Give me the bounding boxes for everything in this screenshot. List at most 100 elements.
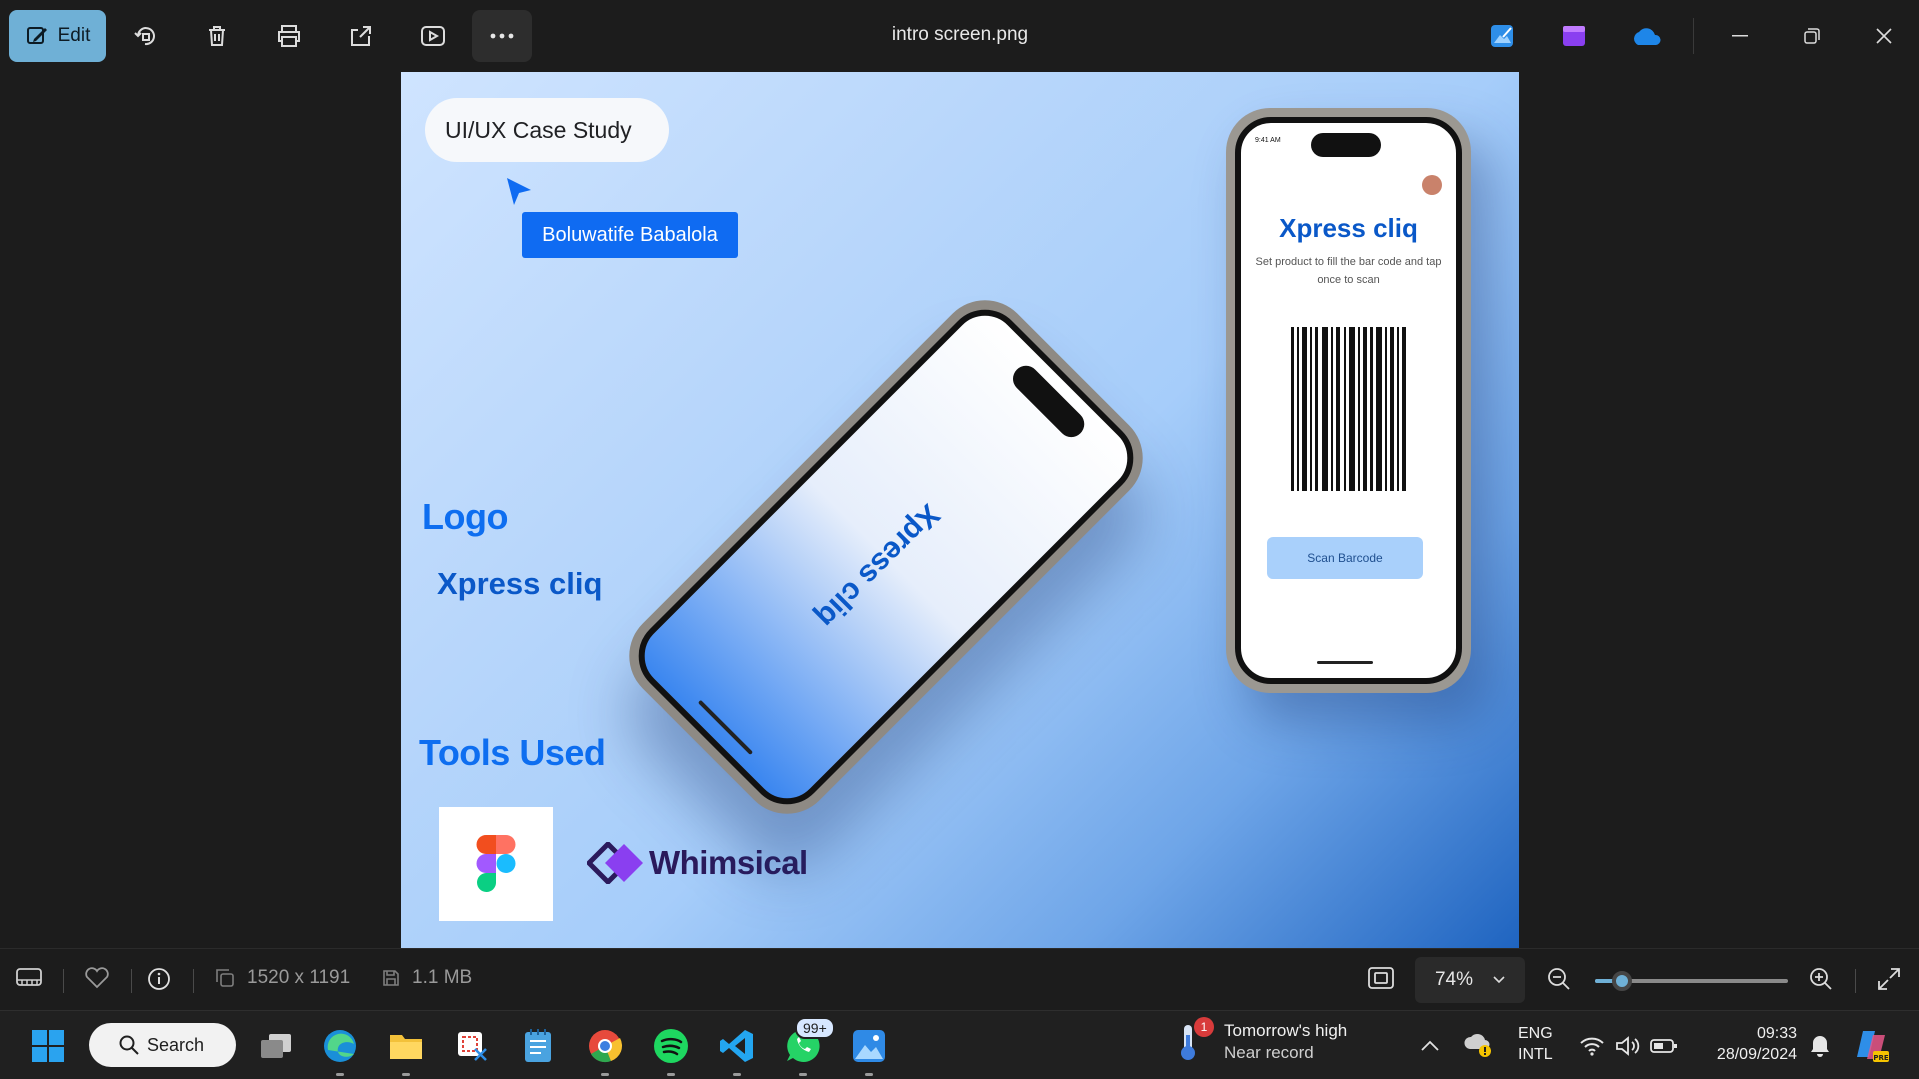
running-indicator bbox=[601, 1073, 609, 1076]
chevron-up-icon bbox=[1421, 1040, 1439, 1051]
status-divider bbox=[63, 969, 64, 993]
window-title: intro screen.png bbox=[891, 24, 1029, 45]
figma-icon bbox=[476, 835, 516, 892]
battery-icon bbox=[1650, 1039, 1677, 1053]
snipping-tool-icon bbox=[458, 1032, 487, 1061]
onedrive-tray-button[interactable] bbox=[1458, 1026, 1498, 1066]
spotify-icon bbox=[654, 1029, 688, 1063]
copilot-button[interactable]: PRE bbox=[1851, 1026, 1891, 1066]
zoom-slider-thumb[interactable] bbox=[1612, 971, 1632, 991]
delete-button[interactable] bbox=[191, 10, 243, 62]
heart-icon bbox=[85, 967, 109, 989]
notifications-button[interactable] bbox=[1800, 1026, 1840, 1066]
home-indicator bbox=[1317, 661, 1373, 664]
print-icon bbox=[278, 25, 300, 47]
chevron-down-icon bbox=[1493, 976, 1505, 984]
vscode-icon bbox=[720, 1030, 753, 1062]
actual-size-button[interactable] bbox=[1368, 967, 1394, 989]
image-dimensions: 1520 x 1191 bbox=[215, 967, 350, 989]
zoom-in-button[interactable] bbox=[1809, 967, 1833, 991]
start-button[interactable] bbox=[28, 1026, 68, 1066]
dynamic-island bbox=[1311, 133, 1381, 157]
photo-editor-icon bbox=[1491, 25, 1513, 47]
input-language-indicator[interactable]: ENG INTL bbox=[1518, 1023, 1553, 1065]
phone-brand-text: Xpress cliq bbox=[1279, 213, 1418, 243]
file-size: 1.1 MB bbox=[382, 967, 472, 989]
minimize-icon bbox=[1732, 35, 1748, 37]
file-info-button[interactable] bbox=[147, 967, 171, 991]
notepad-icon bbox=[525, 1029, 551, 1062]
fullscreen-button[interactable] bbox=[1877, 967, 1901, 991]
pointer-cursor-icon bbox=[507, 178, 531, 205]
edit-label: Edit bbox=[57, 25, 91, 46]
whimsical-label: Whimsical bbox=[649, 844, 808, 881]
battery-status[interactable] bbox=[1644, 1026, 1684, 1066]
show-hidden-icons-button[interactable] bbox=[1410, 1026, 1450, 1066]
spotify-taskbar-button[interactable] bbox=[651, 1026, 691, 1076]
image-canvas[interactable]: UI/UX Case Study Boluwatife Babalola Log… bbox=[401, 72, 1519, 948]
running-indicator bbox=[336, 1073, 344, 1076]
dimensions-icon bbox=[216, 969, 234, 987]
more-options-button[interactable] bbox=[472, 10, 532, 62]
photo-editor-app-button[interactable] bbox=[1476, 10, 1528, 62]
photos-taskbar-button[interactable] bbox=[849, 1026, 889, 1076]
search-label: Search bbox=[147, 1034, 205, 1055]
restore-button[interactable] bbox=[1786, 10, 1838, 62]
keyboard-layout: INTL bbox=[1518, 1046, 1553, 1063]
clock-date: 28/09/2024 bbox=[1716, 1046, 1797, 1063]
file-explorer-taskbar-button[interactable] bbox=[386, 1026, 426, 1076]
edge-taskbar-button[interactable] bbox=[320, 1026, 360, 1076]
chrome-taskbar-button[interactable] bbox=[585, 1026, 625, 1076]
clipchamp-app-button[interactable] bbox=[1548, 10, 1600, 62]
notepad-taskbar-button[interactable] bbox=[518, 1026, 558, 1066]
upright-phone-mockup: 9:41 AM Xpress cliq Set product to fill … bbox=[1226, 108, 1471, 693]
cloud-warning-icon bbox=[1464, 1033, 1491, 1057]
edge-icon bbox=[324, 1030, 356, 1062]
tools-used-heading: Tools Used bbox=[419, 732, 606, 773]
figma-logo bbox=[439, 807, 553, 921]
whimsical-icon bbox=[587, 842, 643, 884]
phone-time: 9:41 AM bbox=[1255, 137, 1281, 144]
slideshow-button[interactable] bbox=[407, 10, 459, 62]
onedrive-button[interactable] bbox=[1620, 10, 1672, 62]
system-clock[interactable]: 09:33 28/09/2024 bbox=[1700, 1023, 1797, 1065]
weather-alert-badge: 1 bbox=[1194, 1017, 1214, 1037]
barcode-graphic bbox=[1291, 327, 1406, 491]
toolbar-divider bbox=[1693, 18, 1694, 54]
task-view-button[interactable] bbox=[256, 1026, 296, 1066]
logo-heading: Logo bbox=[422, 496, 508, 537]
close-button[interactable] bbox=[1858, 10, 1910, 62]
bell-icon bbox=[1811, 1036, 1829, 1057]
tilted-phone-mockup: Xpress cliq bbox=[610, 281, 1162, 833]
snipping-tool-taskbar-button[interactable] bbox=[452, 1026, 492, 1066]
running-indicator bbox=[733, 1073, 741, 1076]
favorite-button[interactable] bbox=[84, 967, 110, 989]
expand-icon bbox=[1878, 968, 1900, 990]
zoom-in-icon bbox=[1810, 968, 1832, 990]
taskbar-search[interactable]: Search bbox=[89, 1023, 236, 1067]
running-indicator bbox=[799, 1073, 807, 1076]
wifi-status[interactable] bbox=[1572, 1026, 1612, 1066]
filmstrip-icon bbox=[16, 968, 42, 986]
chrome-icon bbox=[589, 1030, 623, 1063]
status-divider bbox=[193, 969, 194, 993]
weather-widget[interactable]: 1 Tomorrow's high Near record bbox=[1178, 1017, 1347, 1065]
vscode-taskbar-button[interactable] bbox=[717, 1026, 757, 1076]
dynamic-island bbox=[1007, 360, 1090, 443]
dimensions-text: 1520 x 1191 bbox=[247, 967, 351, 988]
print-button[interactable] bbox=[263, 10, 315, 62]
filmstrip-button[interactable] bbox=[16, 967, 42, 987]
status-divider bbox=[131, 969, 132, 993]
volume-status[interactable] bbox=[1608, 1026, 1648, 1066]
edit-button[interactable]: Edit bbox=[9, 10, 106, 62]
copilot-icon: PRE bbox=[1857, 1031, 1889, 1062]
share-button[interactable] bbox=[335, 10, 387, 62]
running-indicator bbox=[402, 1073, 410, 1076]
zoom-level-dropdown[interactable]: 74% bbox=[1415, 957, 1525, 1003]
zoom-out-button[interactable] bbox=[1547, 967, 1571, 991]
windows-logo-icon bbox=[32, 1030, 64, 1062]
rotate-button[interactable] bbox=[119, 10, 171, 62]
minimize-button[interactable] bbox=[1714, 10, 1766, 62]
task-view-icon bbox=[261, 1034, 291, 1058]
weather-detail: Near record bbox=[1224, 1043, 1314, 1062]
